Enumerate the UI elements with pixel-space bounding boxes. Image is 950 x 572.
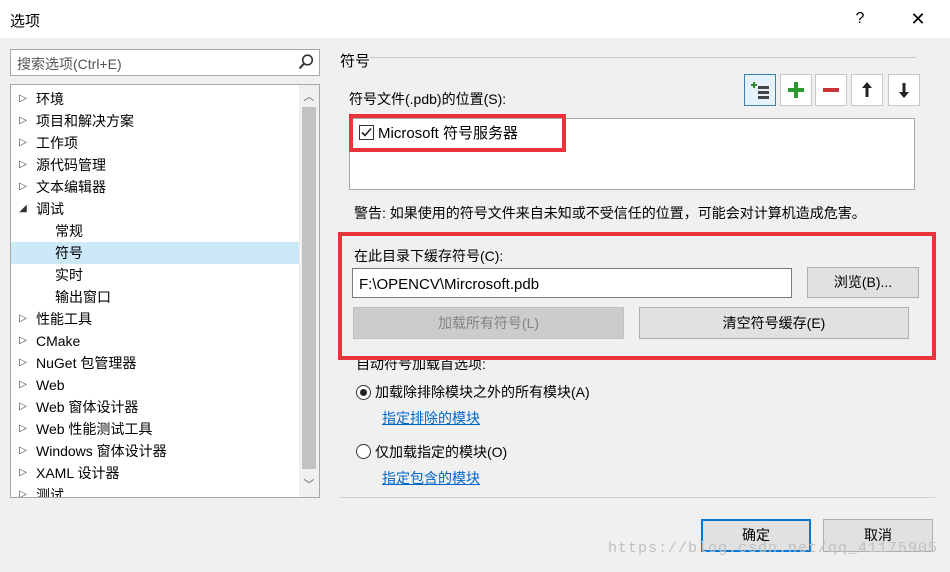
tree-item[interactable]: ◢ 调试	[11, 198, 299, 220]
section-title: 符号	[340, 53, 371, 70]
minus-icon	[823, 88, 839, 92]
move-down-button[interactable]	[888, 74, 920, 106]
tree-item-label: NuGet 包管理器	[36, 355, 137, 371]
tree-item-label: 输出窗口	[55, 289, 111, 305]
section-divider	[370, 57, 916, 58]
window-title: 选项	[10, 13, 41, 30]
warning-text: 警告: 如果使用的符号文件来自未知或不受信任的位置，可能会对计算机造成危害。	[354, 205, 866, 221]
collapsed-arrow-icon[interactable]: ▷	[17, 462, 29, 484]
tree-item-label: XAML 设计器	[36, 465, 120, 481]
collapsed-arrow-icon[interactable]: ▷	[17, 396, 29, 418]
radio-dot	[360, 389, 367, 396]
add-button[interactable]	[780, 74, 812, 106]
move-up-button[interactable]	[851, 74, 883, 106]
tree-item-label: Windows 窗体设计器	[36, 443, 167, 459]
collapsed-arrow-icon[interactable]: ▷	[17, 176, 29, 198]
collapsed-arrow-icon[interactable]: ▷	[17, 418, 29, 440]
search-box[interactable]	[10, 49, 320, 76]
collapsed-arrow-icon[interactable]: ▷	[17, 154, 29, 176]
tree-item[interactable]: ▷ Web 性能测试工具	[11, 418, 299, 440]
search-input[interactable]	[15, 53, 289, 74]
title-bar	[0, 0, 950, 38]
tree-item[interactable]: ▷ 工作项	[11, 132, 299, 154]
tree-item-label: 环境	[36, 91, 64, 107]
tree-item-label: CMake	[36, 333, 81, 349]
close-button[interactable]: ✕	[903, 6, 933, 32]
plus-icon	[788, 82, 804, 98]
collapsed-arrow-icon[interactable]: ▷	[17, 88, 29, 110]
load-all-except-label[interactable]: 加载除排除模块之外的所有模块(A)	[375, 382, 590, 402]
tree-item-label: 项目和解决方案	[36, 113, 134, 129]
collapsed-arrow-icon[interactable]: ▷	[17, 308, 29, 330]
collapsed-arrow-icon[interactable]: ▷	[17, 110, 29, 132]
tree-item-label: 实时	[55, 267, 83, 283]
collapsed-arrow-icon[interactable]: ▷	[17, 374, 29, 396]
collapsed-arrow-icon[interactable]: ▷	[17, 330, 29, 352]
footer-divider	[340, 497, 935, 498]
highlight-box	[338, 232, 936, 360]
tree-item-label: 工作项	[36, 135, 78, 151]
load-specified-radio[interactable]	[356, 444, 371, 459]
add-symbol-server-button[interactable]	[744, 74, 776, 106]
tree-item[interactable]: ▷ Web 窗体设计器	[11, 396, 299, 418]
tree-item[interactable]: 常规	[11, 220, 299, 242]
tree-item[interactable]: ▷ NuGet 包管理器	[11, 352, 299, 374]
specify-excluded-link[interactable]: 指定排除的模块	[382, 408, 480, 428]
tree-item-label: 符号	[55, 245, 83, 261]
expanded-arrow-icon[interactable]: ◢	[17, 198, 29, 220]
arrow-down-icon	[899, 83, 909, 98]
tree-item[interactable]: 符号	[11, 242, 299, 264]
watermark: https://blog.csdn.net/qq_41175905	[608, 540, 939, 557]
tree-scrollbar[interactable]: ︿ ﹀	[299, 85, 319, 497]
tree-item[interactable]: 输出窗口	[11, 286, 299, 308]
tree-item-label: 源代码管理	[36, 157, 106, 173]
help-button[interactable]: ?	[845, 6, 875, 32]
tree-item[interactable]: ▷ 性能工具	[11, 308, 299, 330]
scroll-down-icon[interactable]: ﹀	[299, 475, 319, 495]
load-specified-label[interactable]: 仅加载指定的模块(O)	[375, 442, 507, 462]
search-icon[interactable]	[297, 53, 315, 71]
scroll-thumb[interactable]	[302, 107, 316, 469]
tree-item[interactable]: ▷ XAML 设计器	[11, 462, 299, 484]
arrow-up-icon	[862, 82, 872, 97]
tree-item-label: 文本编辑器	[36, 179, 106, 195]
symbol-locations-label: 符号文件(.pdb)的位置(S):	[349, 91, 507, 107]
specify-included-link[interactable]: 指定包含的模块	[382, 468, 480, 488]
collapsed-arrow-icon[interactable]: ▷	[17, 132, 29, 154]
tree-item[interactable]: ▷ 源代码管理	[11, 154, 299, 176]
tree-item-label: Web 性能测试工具	[36, 421, 153, 437]
tree-item-label: 常规	[55, 223, 83, 239]
tree-item[interactable]: 实时	[11, 264, 299, 286]
tree-item[interactable]: ▷ Windows 窗体设计器	[11, 440, 299, 462]
tree-item[interactable]: ▷ CMake	[11, 330, 299, 352]
remove-button[interactable]	[815, 74, 847, 106]
tree-item-label: 测试	[36, 487, 64, 498]
load-all-except-radio[interactable]	[356, 385, 371, 400]
options-tree[interactable]: ▷ 环境 ▷ 项目和解决方案 ▷ 工作项 ▷ 源代码管理 ▷ 文本编辑器 ◢ 调试常规符号实时输出窗口…	[10, 84, 320, 498]
tree-item[interactable]: ▷ 环境	[11, 88, 299, 110]
tree-item[interactable]: ▷ 项目和解决方案	[11, 110, 299, 132]
tree-item-label: Web 窗体设计器	[36, 399, 139, 415]
highlight-box	[349, 114, 566, 152]
scroll-up-icon[interactable]: ︿	[299, 87, 319, 107]
add-symbol-server-icon	[751, 82, 769, 99]
tree-item-label: Web	[36, 377, 65, 393]
tree-item-label: 性能工具	[36, 311, 92, 327]
tree-item[interactable]: ▷ Web	[11, 374, 299, 396]
tree-item-label: 调试	[36, 201, 64, 217]
tree-item[interactable]: ▷ 文本编辑器	[11, 176, 299, 198]
collapsed-arrow-icon[interactable]: ▷	[17, 440, 29, 462]
tree-item[interactable]: ▷ 测试	[11, 484, 299, 498]
collapsed-arrow-icon[interactable]: ▷	[17, 484, 29, 497]
collapsed-arrow-icon[interactable]: ▷	[17, 352, 29, 374]
